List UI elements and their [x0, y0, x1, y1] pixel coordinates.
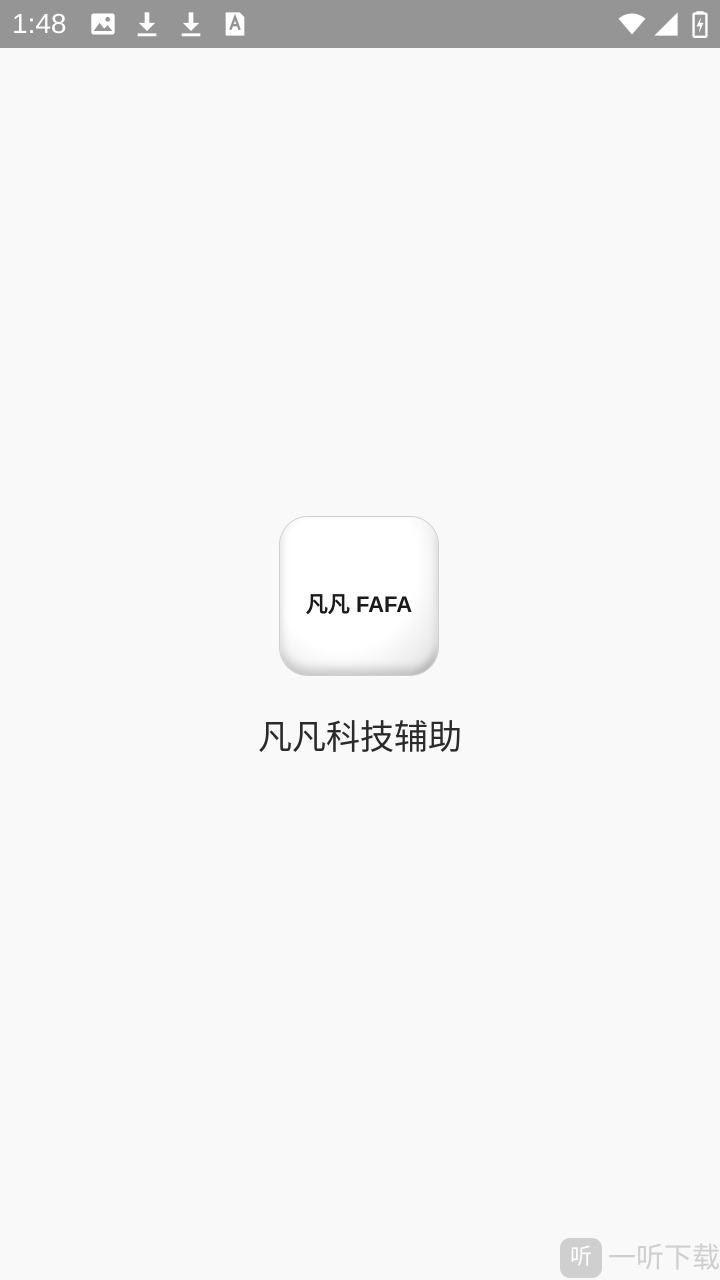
app-logo: 凡凡 FAFA: [280, 517, 438, 675]
watermark: 听 一听下载: [560, 1236, 720, 1280]
signal-icon: [654, 12, 678, 36]
watermark-badge: 听: [560, 1238, 602, 1278]
wifi-icon: [618, 13, 646, 35]
download-icon: [181, 12, 201, 37]
download-icon: [137, 12, 157, 37]
logo-text: 凡凡 FAFA: [305, 592, 413, 617]
app-name: 凡凡科技辅助: [258, 718, 462, 758]
status-time: 1:48: [12, 8, 67, 39]
battery-charging-icon: [692, 11, 708, 38]
watermark-text: 一听下载: [608, 1241, 720, 1274]
font-icon: [225, 12, 245, 36]
image-icon: [91, 13, 115, 35]
status-bar: 1:48: [0, 0, 720, 48]
